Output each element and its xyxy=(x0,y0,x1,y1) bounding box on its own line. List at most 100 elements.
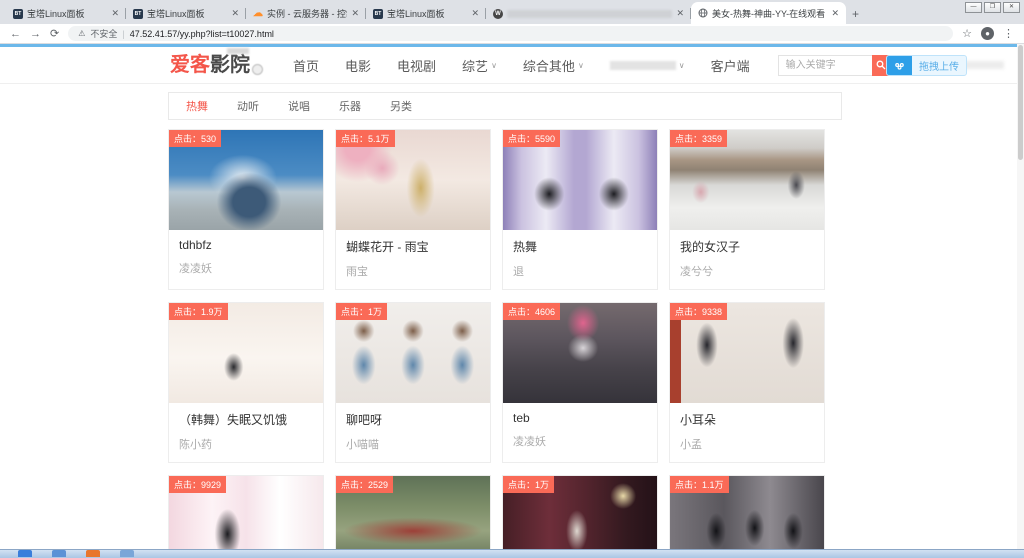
video-title[interactable]: tdhbfz xyxy=(179,238,313,252)
video-thumbnail[interactable]: 点击：4606 xyxy=(503,303,657,403)
site-header: 爱客影院 首页 电影 电视剧 综艺∨ 综合其他∨ ∨ 客户端 xyxy=(0,47,1024,84)
nav-item-other[interactable]: 综合其他∨ xyxy=(523,56,584,75)
video-title[interactable]: （韩舞）失眠又饥饿 xyxy=(179,411,313,428)
video-card[interactable]: 点击：1.1万 魅惑的性感小野猫-若蓝热舞 xyxy=(669,475,825,558)
scrollbar-thumb[interactable] xyxy=(1018,45,1023,160)
video-thumbnail[interactable]: 点击：1万 xyxy=(336,303,490,403)
taskbar-start-icon[interactable] xyxy=(18,550,32,557)
video-card[interactable]: 点击：9929 曼妮3 xyxy=(168,475,324,558)
forward-icon[interactable]: → xyxy=(30,28,41,40)
nav-item-redacted[interactable]: ∨ xyxy=(610,61,685,70)
video-thumbnail[interactable]: 点击：1.9万 xyxy=(169,303,323,403)
url-separator: | xyxy=(122,29,124,39)
bookmark-star-icon[interactable]: ☆ xyxy=(962,27,972,40)
page-scrollbar[interactable] xyxy=(1017,44,1024,558)
video-title[interactable]: 我的女汉子 xyxy=(680,238,814,255)
video-card[interactable]: 点击：1万 hush xyxy=(502,475,658,558)
cloud-upload-icon xyxy=(887,56,912,75)
video-thumbnail[interactable]: 点击：1.1万 xyxy=(670,476,824,558)
tab-close-icon[interactable]: ✕ xyxy=(111,8,119,19)
window-restore-button[interactable]: ❐ xyxy=(984,2,1001,13)
video-thumbnail[interactable]: 点击：5.1万 xyxy=(336,130,490,230)
video-title[interactable]: teb xyxy=(513,411,647,425)
filter-item-instrument[interactable]: 乐器 xyxy=(339,98,361,114)
tab-close-icon[interactable]: ✕ xyxy=(471,8,479,19)
filter-item-melodic[interactable]: 动听 xyxy=(237,98,259,114)
view-count-badge: 点击：2529 xyxy=(336,476,393,493)
tab-close-icon[interactable]: ✕ xyxy=(351,8,359,19)
tab-close-icon[interactable]: ✕ xyxy=(676,8,684,19)
video-card[interactable]: 点击：5590 热舞 退 xyxy=(502,129,658,290)
profile-avatar[interactable]: ● xyxy=(981,27,994,40)
browser-tab[interactable]: BT 宝塔Linux面板 ✕ xyxy=(366,3,486,24)
nav-item-tv[interactable]: 电视剧 xyxy=(397,56,436,75)
video-card[interactable]: 点击：2529 梦伶图 xyxy=(335,475,491,558)
site-logo[interactable]: 爱客影院 xyxy=(170,55,263,75)
video-author[interactable]: 小喵喵 xyxy=(346,436,480,452)
new-tab-button[interactable]: + xyxy=(852,7,859,21)
tab-close-icon[interactable]: ✕ xyxy=(231,8,239,19)
browser-tab-active[interactable]: 美女-热舞-神曲-YY-在线观看 ✕ xyxy=(691,2,846,24)
video-title[interactable]: 蝴蝶花开 - 雨宝 xyxy=(346,238,480,255)
browser-tab[interactable]: ☁ 实例 - 云服务器 - 控制台 ✕ xyxy=(246,3,366,24)
video-card[interactable]: 点击：4606 teb 凌凌妖 xyxy=(502,302,658,463)
address-bar-actions: ☆ ● ⋮ xyxy=(962,27,1014,40)
video-thumbnail[interactable]: 点击：3359 xyxy=(670,130,824,230)
video-thumbnail[interactable]: 点击：2529 xyxy=(336,476,490,558)
nav-item-home[interactable]: 首页 xyxy=(293,56,319,75)
video-card[interactable]: 点击：1.9万 （韩舞）失眠又饥饿 陈小药 xyxy=(168,302,324,463)
browser-tab[interactable]: BT 宝塔Linux面板 ✕ xyxy=(126,3,246,24)
window-minimize-button[interactable]: — xyxy=(965,2,982,13)
video-author[interactable]: 退 xyxy=(513,263,647,279)
browser-tab[interactable]: W ✕ xyxy=(486,3,691,24)
taskbar-app-icon[interactable] xyxy=(52,550,66,557)
video-author[interactable]: 陈小药 xyxy=(179,436,313,452)
video-card[interactable]: 点击：3359 我的女汉子 凌兮兮 xyxy=(669,129,825,290)
refresh-icon[interactable]: ⟳ xyxy=(50,27,59,40)
view-count-badge: 点击：9338 xyxy=(670,303,727,320)
video-author[interactable]: 凌凌妖 xyxy=(179,260,313,276)
video-thumbnail[interactable]: 点击：9929 xyxy=(169,476,323,558)
tab-close-icon[interactable]: ✕ xyxy=(831,8,839,19)
video-info: teb 凌凌妖 xyxy=(503,403,657,459)
window-close-button[interactable]: ✕ xyxy=(1003,2,1020,13)
video-title[interactable]: 热舞 xyxy=(513,238,647,255)
video-card[interactable]: 点击：5.1万 蝴蝶花开 - 雨宝 雨宝 xyxy=(335,129,491,290)
redacted-text xyxy=(610,61,676,70)
filter-item-alternative[interactable]: 另类 xyxy=(390,98,412,114)
nav-item-variety[interactable]: 综艺∨ xyxy=(462,56,497,75)
video-author[interactable]: 凌兮兮 xyxy=(680,263,814,279)
filter-item-rap[interactable]: 说唱 xyxy=(288,98,310,114)
video-title[interactable]: 聊吧呀 xyxy=(346,411,480,428)
video-author[interactable]: 雨宝 xyxy=(346,263,480,279)
video-title[interactable]: 小耳朵 xyxy=(680,411,814,428)
video-thumbnail[interactable]: 点击：530 xyxy=(169,130,323,230)
video-grid: 点击：530 tdhbfz 凌凌妖 点击：5.1万 蝴蝶花开 - 雨宝 雨宝 xyxy=(168,129,842,558)
nav-item-movies[interactable]: 电影 xyxy=(345,56,371,75)
url-bar[interactable]: ⚠ 不安全 | 47.52.41.57/yy.php?list=t10027.h… xyxy=(68,26,953,41)
category-filter-bar: 热舞 动听 说唱 乐器 另类 xyxy=(168,92,842,120)
upload-button[interactable]: 拖拽上传 xyxy=(886,55,967,76)
video-card[interactable]: 点击：1万 聊吧呀 小喵喵 xyxy=(335,302,491,463)
search-input[interactable] xyxy=(778,55,872,76)
video-card[interactable]: 点击：9338 小耳朵 小孟 xyxy=(669,302,825,463)
taskbar-app-icon[interactable] xyxy=(86,550,100,557)
browser-menu-icon[interactable]: ⋮ xyxy=(1003,27,1014,40)
video-thumbnail[interactable]: 点击：9338 xyxy=(670,303,824,403)
nav-item-client[interactable]: 客户端 xyxy=(711,56,750,75)
video-author[interactable]: 小孟 xyxy=(680,436,814,452)
wordpress-icon: W xyxy=(493,9,503,19)
video-info: 蝴蝶花开 - 雨宝 雨宝 xyxy=(336,230,490,289)
video-thumbnail[interactable]: 点击：1万 xyxy=(503,476,657,558)
video-card[interactable]: 点击：530 tdhbfz 凌凌妖 xyxy=(168,129,324,290)
windows-taskbar[interactable] xyxy=(0,549,1024,558)
view-count-badge: 点击：9929 xyxy=(169,476,226,493)
security-label[interactable]: 不安全 xyxy=(90,27,117,40)
back-icon[interactable]: ← xyxy=(10,28,21,40)
filter-item-hot-dance[interactable]: 热舞 xyxy=(186,98,208,114)
video-thumbnail[interactable]: 点击：5590 xyxy=(503,130,657,230)
page-url[interactable]: 47.52.41.57/yy.php?list=t10027.html xyxy=(130,29,274,39)
taskbar-app-icon[interactable] xyxy=(120,550,134,557)
browser-tab[interactable]: BT 宝塔Linux面板 ✕ xyxy=(6,3,126,24)
video-author[interactable]: 凌凌妖 xyxy=(513,433,647,449)
